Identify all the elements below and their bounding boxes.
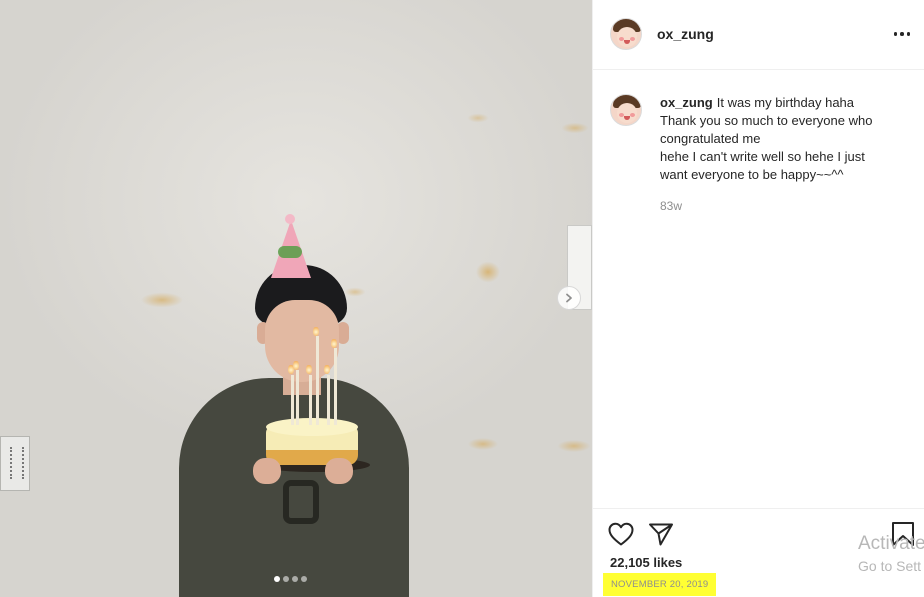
activate-windows-watermark: Activate Go to Sett <box>858 532 924 576</box>
more-options-icon[interactable] <box>891 24 913 44</box>
caption-time-ago[interactable]: 83w <box>660 199 682 213</box>
likes-count[interactable]: 22,105 likes <box>610 555 682 570</box>
avatar[interactable] <box>610 94 642 126</box>
caption-username[interactable]: ox_zung <box>660 95 713 110</box>
post-photo <box>0 0 592 597</box>
carousel-dots <box>274 576 307 582</box>
candle-flame <box>331 338 337 348</box>
candle-flame <box>293 360 299 370</box>
person-with-cake <box>175 210 415 597</box>
candle-flame <box>313 326 319 336</box>
post-header: ox_zung <box>593 0 924 70</box>
sweater-print <box>283 480 319 524</box>
candle <box>327 375 330 425</box>
watermark-line-2: Go to Sett <box>858 558 922 574</box>
candle <box>316 336 319 425</box>
candle <box>291 375 294 425</box>
chevron-right-icon <box>566 293 572 303</box>
post-side-panel: ox_zung ox_zung It was my birthday haha T… <box>592 0 924 597</box>
header-username[interactable]: ox_zung <box>657 26 714 42</box>
caption-line: hehe I can't write well so hehe I just <box>660 149 865 164</box>
candle <box>296 370 299 425</box>
candle <box>334 348 337 425</box>
carousel-dot <box>301 576 307 582</box>
caption-text: ox_zung It was my birthday haha Thank you… <box>660 94 910 184</box>
watermark-line-1: Activate <box>858 533 924 554</box>
wall-outlet <box>0 436 30 491</box>
carousel-dot <box>292 576 298 582</box>
candle-flame <box>306 364 312 374</box>
left-hand <box>253 458 281 484</box>
candle <box>309 375 312 425</box>
candle-flame <box>324 364 330 374</box>
post-date[interactable]: NOVEMBER 20, 2019 <box>603 573 717 596</box>
heart-outline-icon <box>608 522 634 546</box>
share-button[interactable] <box>647 521 675 547</box>
right-hand <box>325 458 353 484</box>
carousel-dot <box>274 576 280 582</box>
caption-line: want everyone to be happy~~^^ <box>660 167 844 182</box>
carousel-dot <box>283 576 289 582</box>
caption-line: It was my birthday haha <box>716 95 855 110</box>
avatar[interactable] <box>610 18 642 50</box>
party-hat-pompom <box>285 214 295 224</box>
party-hat-pattern <box>278 246 302 258</box>
paper-plane-icon <box>649 523 673 546</box>
carousel-next-button[interactable] <box>557 286 581 310</box>
caption-line: congratulated me <box>660 131 761 146</box>
like-button[interactable] <box>607 521 635 547</box>
caption-line: Thank you so much to everyone who <box>660 113 873 128</box>
cake-top <box>266 418 358 436</box>
